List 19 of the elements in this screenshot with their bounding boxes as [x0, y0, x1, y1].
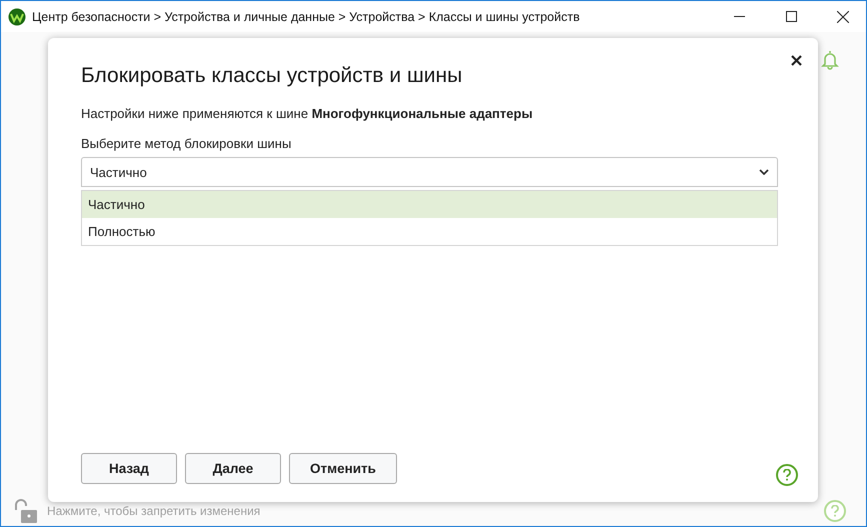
minimize-icon	[734, 16, 744, 18]
help-icon[interactable]	[776, 464, 798, 486]
chevron-icon	[759, 169, 769, 175]
close-icon	[837, 10, 849, 22]
dialog-button[interactable]: Назад	[81, 453, 177, 484]
dialog-title: Блокировать классы устройств и шины	[81, 64, 464, 88]
maximize-icon	[786, 11, 796, 22]
app-logo-icon	[8, 8, 26, 26]
dialog-button[interactable]: Отменить	[289, 453, 397, 484]
dialog-button[interactable]: Далее	[185, 453, 281, 484]
description-text: Настройки ниже применяются к шине Многофункциональные адаптеры	[81, 106, 534, 121]
dropdown-select[interactable]: Частично	[81, 157, 778, 187]
window-title: Центр безопасности > Устройства и личные данные > Устройства > Классы и шины устройств	[32, 10, 581, 24]
unlocked-padlock-icon[interactable]	[13, 498, 39, 524]
help-icon[interactable]	[824, 500, 846, 522]
bell-icon[interactable]	[821, 50, 839, 70]
close-icon	[790, 54, 802, 66]
dropdown-option[interactable]: Частично	[82, 191, 777, 218]
field-label: Выберите метод блокировки шины	[81, 136, 292, 151]
